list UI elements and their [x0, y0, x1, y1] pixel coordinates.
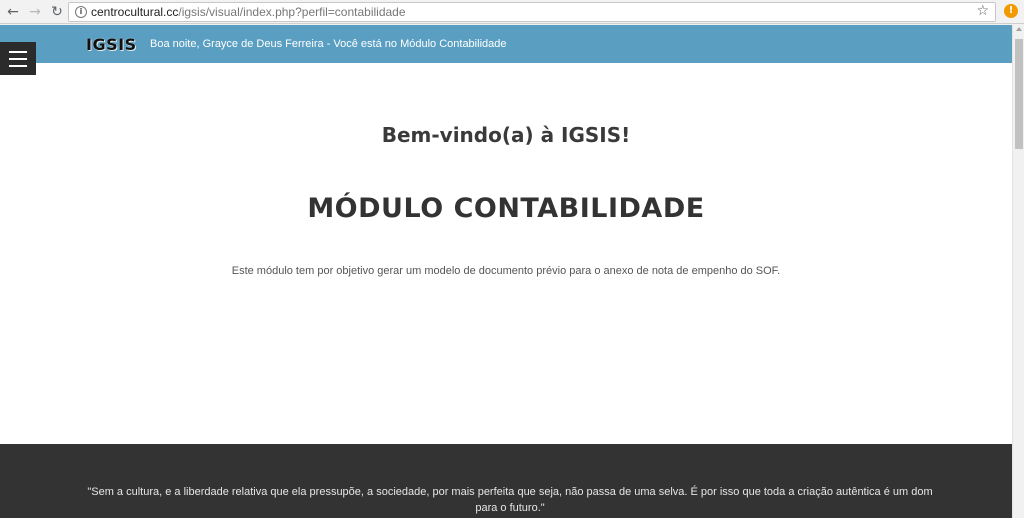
page-viewport: IGSIS Boa noite, Grayce de Deus Ferreira… — [0, 25, 1012, 518]
hamburger-menu-button[interactable] — [0, 42, 36, 75]
browser-toolbar: ← → ↻ i centrocultural.cc/igsis/visual/i… — [0, 0, 1024, 24]
vertical-scrollbar[interactable] — [1012, 25, 1024, 518]
url-path: /igsis/visual/index.php?perfil=contabili… — [178, 5, 406, 19]
url-host: centrocultural.cc — [91, 5, 179, 19]
address-bar[interactable]: i centrocultural.cc/igsis/visual/index.p… — [68, 2, 996, 22]
page-footer: "Sem a cultura, e a liberdade relativa q… — [0, 444, 1012, 518]
user-greeting: Boa noite, Grayce de Deus Ferreira - Voc… — [150, 38, 507, 50]
module-title: MÓDULO CONTABILIDADE — [307, 193, 705, 224]
reload-icon[interactable]: ↻ — [48, 3, 66, 21]
back-arrow-icon[interactable]: ← — [4, 3, 22, 21]
hamburger-icon-line — [9, 58, 27, 60]
footer-quote: "Sem a cultura, e a liberdade relativa q… — [87, 486, 933, 514]
info-icon[interactable]: i — [75, 6, 87, 18]
bookmark-star-icon[interactable]: ☆ — [976, 3, 989, 19]
forward-arrow-icon[interactable]: → — [26, 3, 44, 21]
welcome-heading: Bem-vindo(a) à IGSIS! — [381, 123, 631, 147]
url-text[interactable]: centrocultural.cc/igsis/visual/index.php… — [91, 5, 406, 19]
site-header: IGSIS Boa noite, Grayce de Deus Ferreira… — [0, 25, 1012, 63]
module-description: Este módulo tem por objetivo gerar um mo… — [231, 265, 781, 277]
hamburger-icon-line — [9, 51, 27, 53]
hamburger-icon-line — [9, 65, 27, 67]
alert-extension-icon[interactable]: ! — [1004, 4, 1018, 18]
scroll-up-arrow-icon[interactable] — [1016, 27, 1022, 31]
scroll-thumb[interactable] — [1015, 39, 1023, 149]
site-logo[interactable]: IGSIS — [86, 35, 137, 54]
